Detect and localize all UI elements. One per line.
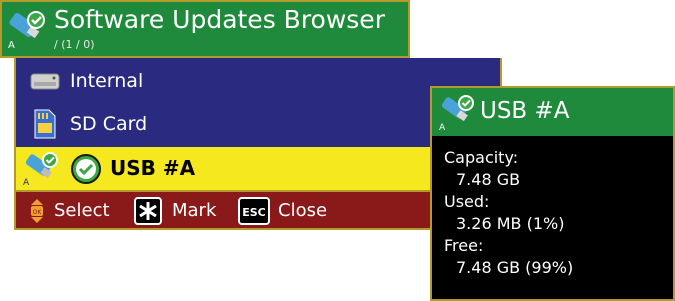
usb-drive-check-icon: A [439,95,474,132]
capacity-value: 7.48 GB [456,170,521,189]
list-item-label: Internal [70,70,144,92]
details-header: A USB #A [432,88,673,136]
details-title: USB #A [480,98,570,124]
free-label: Free: [444,236,484,255]
select-label: Select [54,200,110,221]
sd-card-icon [34,109,56,139]
usb-drive-check-icon: A [8,11,45,51]
esc-key-label: ESC [242,206,266,219]
list-item-usb-a[interactable]: A USB #A [16,147,500,190]
close-label: Close [278,200,328,221]
list-item-sd-card[interactable]: SD Card [16,103,500,147]
svg-text:A: A [439,123,446,132]
ok-key-icon[interactable]: OK [30,199,44,223]
action-bar: OK Select Mark ESC Close [14,190,502,230]
used-label: Used: [444,192,490,211]
list-item-label: SD Card [70,113,148,135]
mark-key-icon[interactable] [134,197,162,225]
mark-label: Mark [172,200,217,221]
current-path: / (1 / 0) [54,38,95,51]
app-title: Software Updates Browser [54,5,385,34]
drive-details-panel: A USB #A Capacity: 7.48 GB Used: 3.26 MB… [430,86,675,301]
svg-text:A: A [23,178,30,187]
app-header: A Software Updates Browser / (1 / 0) [0,0,410,58]
ok-key-label: OK [33,209,43,216]
esc-key-icon[interactable]: ESC [238,197,270,225]
check-circle-icon [71,154,101,184]
list-item-label: USB #A [110,156,196,180]
usb-drive-icon: A [23,152,58,187]
svg-text:A: A [8,40,15,51]
capacity-label: Capacity: [444,148,519,167]
list-item-internal[interactable]: Internal [16,60,500,104]
free-value: 7.48 GB (99%) [456,258,574,277]
used-value: 3.26 MB (1%) [456,214,565,233]
hard-drive-icon [30,73,60,90]
drive-list: Internal SD Card A USB #A [14,58,502,190]
